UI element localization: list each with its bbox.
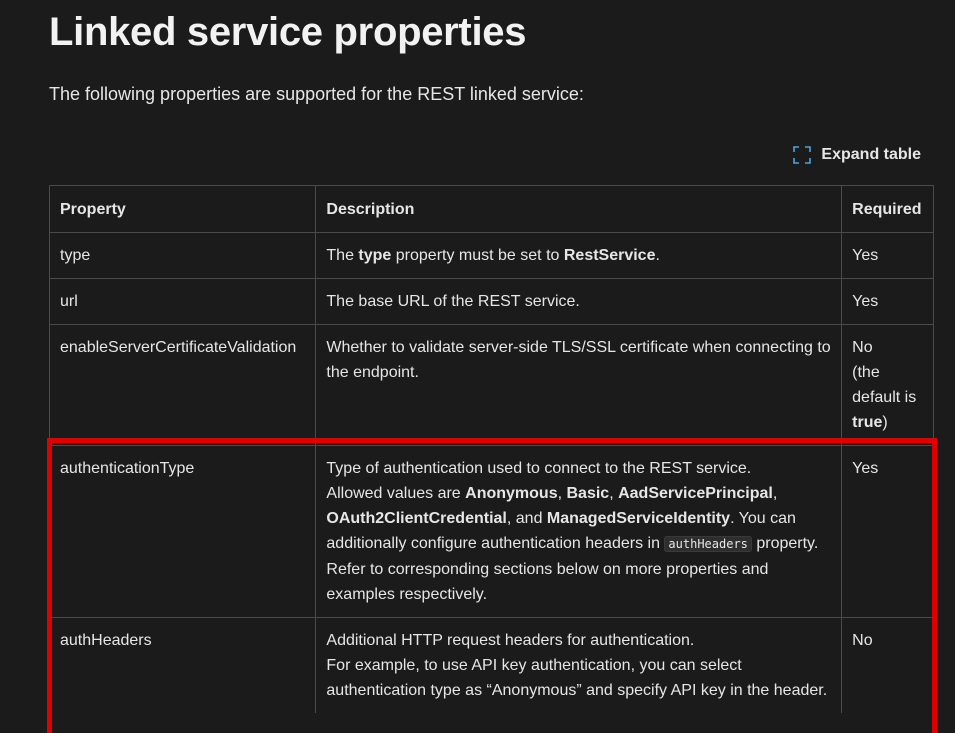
required-cell: No [841,617,934,713]
text-run: . [655,247,660,264]
required-cell: Yes [841,445,934,618]
required-cell: No (the default is true) [841,324,934,446]
header-required: Required [841,185,934,233]
property-cell: url [48,278,317,325]
text-run: Yes [852,460,879,477]
text-run: Additional HTTP request headers for auth… [326,632,695,649]
inline-code: authHeaders [664,536,752,552]
text-run: Allowed values are [326,485,466,502]
table-row: authenticationType Type of authentication… [48,445,934,618]
description-cell: Additional HTTP request headers for auth… [315,617,843,713]
bold-text: RestService [563,247,656,264]
text-run: No [852,632,873,649]
property-cell: enableServerCertificateValidation [48,324,317,446]
bold-text: OAuth2ClientCredential [326,510,507,527]
text-run: , [772,485,778,502]
text-run: Yes [852,293,879,310]
property-cell: authHeaders [48,617,317,713]
text-run: No [852,339,873,356]
description-cell: The type property must be set to RestSer… [315,232,843,279]
text-run: , [609,485,619,502]
text-run: Yes [852,247,879,264]
bold-text: AadServicePrincipal [618,485,773,502]
text-run: For example, to use API key authenticati… [326,657,828,699]
description-cell: Type of authentication used to connect t… [315,445,843,618]
bold-text: Anonymous [465,485,558,502]
text-run: Whether to validate server-side TLS/SSL … [326,339,831,381]
header-description: Description [315,185,843,233]
expand-table-button[interactable]: Expand table [793,146,921,164]
description-cell: The base URL of the REST service. [315,278,843,325]
bold-text: true [852,414,883,431]
table-row: enableServerCertificateValidation Whether… [48,324,934,446]
text-run: , [557,485,567,502]
text-run: (the default is [852,364,917,406]
text-run: , and [506,510,547,527]
expand-table-label: Expand table [821,146,921,163]
text-run: property must be set to [391,247,564,264]
table-header-row: Property Description Required [48,185,934,233]
required-cell: Yes [841,232,934,279]
page-title: Linked service properties [49,10,527,54]
required-cell: Yes [841,278,934,325]
table-row: type The type property must be set to Res… [48,232,934,279]
table-row: authHeaders Additional HTTP request heade… [48,617,934,713]
text-run: ) [882,414,888,431]
property-cell: type [48,232,317,279]
text-run: The [326,247,359,264]
property-cell: authenticationType [48,445,317,618]
text-run: The base URL of the REST service. [326,293,580,310]
text-run: Type of authentication used to connect t… [326,460,752,477]
bold-text: type [358,247,392,264]
properties-table: Property Description Required type The ty… [48,185,934,713]
table-row: url The base URL of the REST service. Yes [48,278,934,325]
expand-icon [793,146,812,164]
intro-text: The following properties are supported f… [49,84,584,104]
bold-text: ManagedServiceIdentity [546,510,731,527]
description-cell: Whether to validate server-side TLS/SSL … [315,324,843,446]
bold-text: Basic [566,485,610,502]
header-property: Property [48,185,317,233]
docs-page: Linked service properties The following … [0,0,955,733]
